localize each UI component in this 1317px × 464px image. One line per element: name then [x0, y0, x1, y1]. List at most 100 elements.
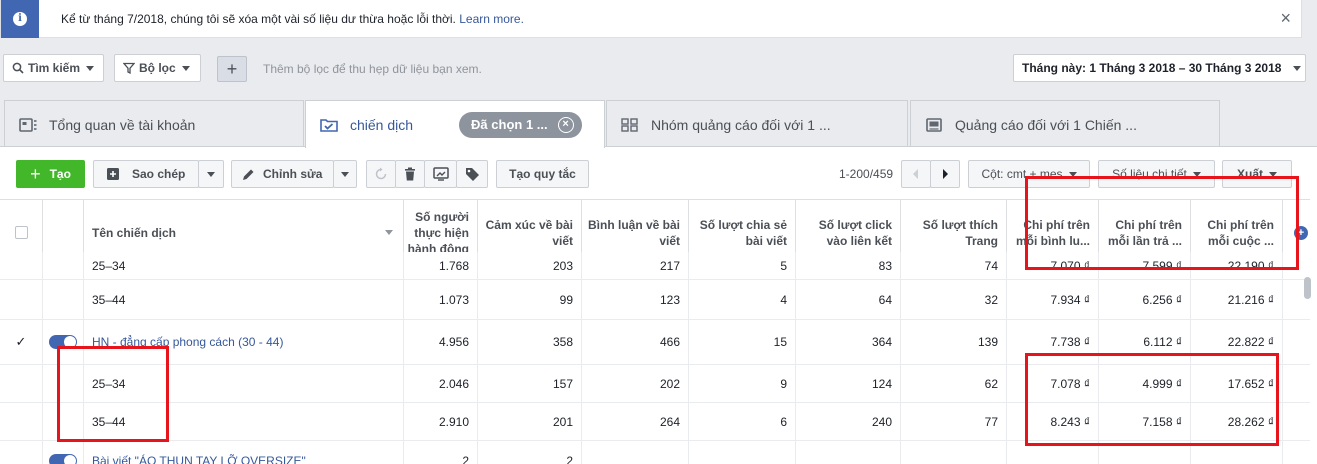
checkbox-checked-icon[interactable]: ✓	[16, 334, 27, 350]
metric-cell: 21.216 ₫	[1191, 280, 1283, 319]
date-range-picker[interactable]: Tháng này: 1 Tháng 3 2018 – 30 Tháng 3 2…	[1013, 54, 1306, 82]
chevron-down-icon	[86, 65, 95, 71]
pagination-text: 1-200/459	[839, 167, 894, 181]
refresh-button[interactable]	[366, 160, 396, 188]
metric-cell: 62	[901, 365, 1007, 402]
tab-ad-sets[interactable]: Nhóm quảng cáo đối với 1 ...	[606, 100, 908, 148]
notice-message: Kể từ tháng 7/2018, chúng tôi sẽ xóa một…	[61, 12, 524, 26]
row-select-cell	[0, 252, 43, 279]
campaign-toggle[interactable]	[49, 453, 77, 464]
info-icon-box: i	[1, 0, 39, 38]
tab-label: Tổng quan về tài khoản	[49, 116, 196, 133]
ad-icon	[926, 117, 942, 132]
metric-cell: 358	[478, 320, 582, 364]
search-label: Tìm kiếm	[28, 61, 81, 75]
metric-cell: 1.073	[404, 280, 478, 319]
tab-label: Quảng cáo đối với 1 Chiến ...	[955, 116, 1137, 133]
sort-icon	[385, 230, 393, 235]
row-toggle-cell	[43, 280, 84, 319]
create-button[interactable]: + Tạo	[16, 160, 85, 188]
metric-cell: 203	[478, 252, 582, 279]
metric-cell	[582, 441, 689, 464]
tab-campaigns[interactable]: chiến dịch Đã chọn 1 ... ×	[305, 100, 605, 148]
row-select-cell	[0, 403, 43, 440]
metric-cell: 201	[478, 403, 582, 440]
create-label: Tạo	[49, 167, 71, 181]
metric-cell: 83	[796, 252, 901, 279]
add-filter-button[interactable]: +	[217, 56, 247, 82]
chevron-down-icon	[1293, 65, 1302, 71]
select-all-checkbox[interactable]	[14, 226, 28, 239]
funnel-icon	[123, 62, 135, 74]
preview-button[interactable]	[424, 160, 457, 188]
copy-dropdown-button[interactable]	[198, 160, 224, 188]
filter-bar: Tìm kiếm Bộ lọc + Thêm bộ lọc để thu hẹp…	[0, 48, 1317, 88]
name-header-label: Tên chiến dịch	[92, 225, 177, 240]
copy-button[interactable]: Sao chép	[93, 160, 199, 188]
info-icon: i	[13, 11, 27, 26]
metric-cell: 217	[582, 252, 689, 279]
tab-label: Nhóm quảng cáo đối với 1 ...	[651, 116, 831, 133]
filter-label: Bộ lọc	[139, 61, 176, 75]
filter-button[interactable]: Bộ lọc	[114, 54, 201, 82]
metric-cell: 5	[689, 252, 796, 279]
metric-cell: 202	[582, 365, 689, 402]
next-page-button[interactable]	[930, 160, 960, 188]
metric-cell: 99	[478, 280, 582, 319]
row-select-cell	[0, 441, 43, 464]
metric-cell: 4.956	[404, 320, 478, 364]
search-button[interactable]: Tìm kiếm	[3, 54, 104, 82]
metric-cell: 6.256 ₫	[1099, 280, 1191, 319]
close-icon[interactable]: ×	[557, 116, 574, 133]
metric-cell: 9	[689, 365, 796, 402]
tab-label: chiến dịch	[350, 116, 414, 133]
level-tabs: Tổng quan về tài khoản chiến dịch Đã chọ…	[0, 100, 1317, 148]
pencil-icon	[243, 169, 254, 180]
tag-icon	[465, 167, 479, 181]
delete-button[interactable]	[395, 160, 425, 188]
close-icon[interactable]: ×	[1280, 9, 1291, 27]
metric-cell: 7.934 ₫	[1007, 280, 1099, 319]
metric-cell: 64	[796, 280, 901, 319]
metric-cell	[901, 441, 1007, 464]
prev-page-button[interactable]	[901, 160, 931, 188]
learn-more-link[interactable]: Learn more.	[459, 12, 524, 26]
metric-cell: 2.910	[404, 403, 478, 440]
metric-cell: 2	[478, 441, 582, 464]
metric-cell: 139	[901, 320, 1007, 364]
table-row[interactable]: 35–44 1.073 99 123 4 64 32 7.934 ₫ 6.256 ₫ 21.216…	[0, 280, 1310, 320]
selected-filter-pill[interactable]: Đã chọn 1 ... ×	[459, 111, 582, 138]
annotation-box-values	[1025, 353, 1279, 446]
metric-cell	[689, 441, 796, 464]
grid-icon	[621, 117, 638, 132]
tab-account-overview[interactable]: Tổng quan về tài khoản	[4, 100, 304, 148]
metric-cell: 74	[901, 252, 1007, 279]
notice-banner: i Kể từ tháng 7/2018, chúng tôi sẽ xóa m…	[0, 0, 1302, 38]
filter-hint: Thêm bộ lọc để thu hẹp dữ liệu bạn xem.	[263, 62, 482, 76]
edit-dropdown-button[interactable]	[333, 160, 357, 188]
create-rule-button[interactable]: Tạo quy tắc	[496, 160, 589, 188]
metric-cell: 15	[689, 320, 796, 364]
tag-button[interactable]	[456, 160, 488, 188]
vertical-scrollbar[interactable]	[1304, 277, 1311, 299]
chevron-left-icon	[913, 169, 918, 179]
campaign-name-link[interactable]: Bài viết "ÁO THUN TAY LỠ OVERSIZE"	[84, 441, 404, 464]
edit-label: Chỉnh sửa	[263, 167, 323, 181]
metric-cell: 2	[404, 441, 478, 464]
row-select-cell: ✓	[0, 320, 43, 364]
preview-icon	[432, 167, 449, 181]
tab-ads[interactable]: Quảng cáo đối với 1 Chiến ...	[910, 100, 1220, 148]
copy-label: Sao chép	[132, 167, 186, 181]
breakdown-age-label: 35–44	[84, 280, 404, 319]
metric-cell: 6	[689, 403, 796, 440]
pill-label: Đã chọn 1 ...	[471, 117, 548, 132]
account-overview-icon	[19, 117, 37, 132]
chevron-down-icon	[341, 171, 349, 177]
edit-button[interactable]: Chỉnh sửa	[231, 160, 334, 188]
row-toggle-cell	[43, 252, 84, 279]
metric-cell: 124	[796, 365, 901, 402]
duplicate-icon	[107, 168, 119, 180]
metric-cell: 364	[796, 320, 901, 364]
plus-icon: +	[30, 163, 41, 184]
annotation-box-names	[57, 346, 169, 442]
